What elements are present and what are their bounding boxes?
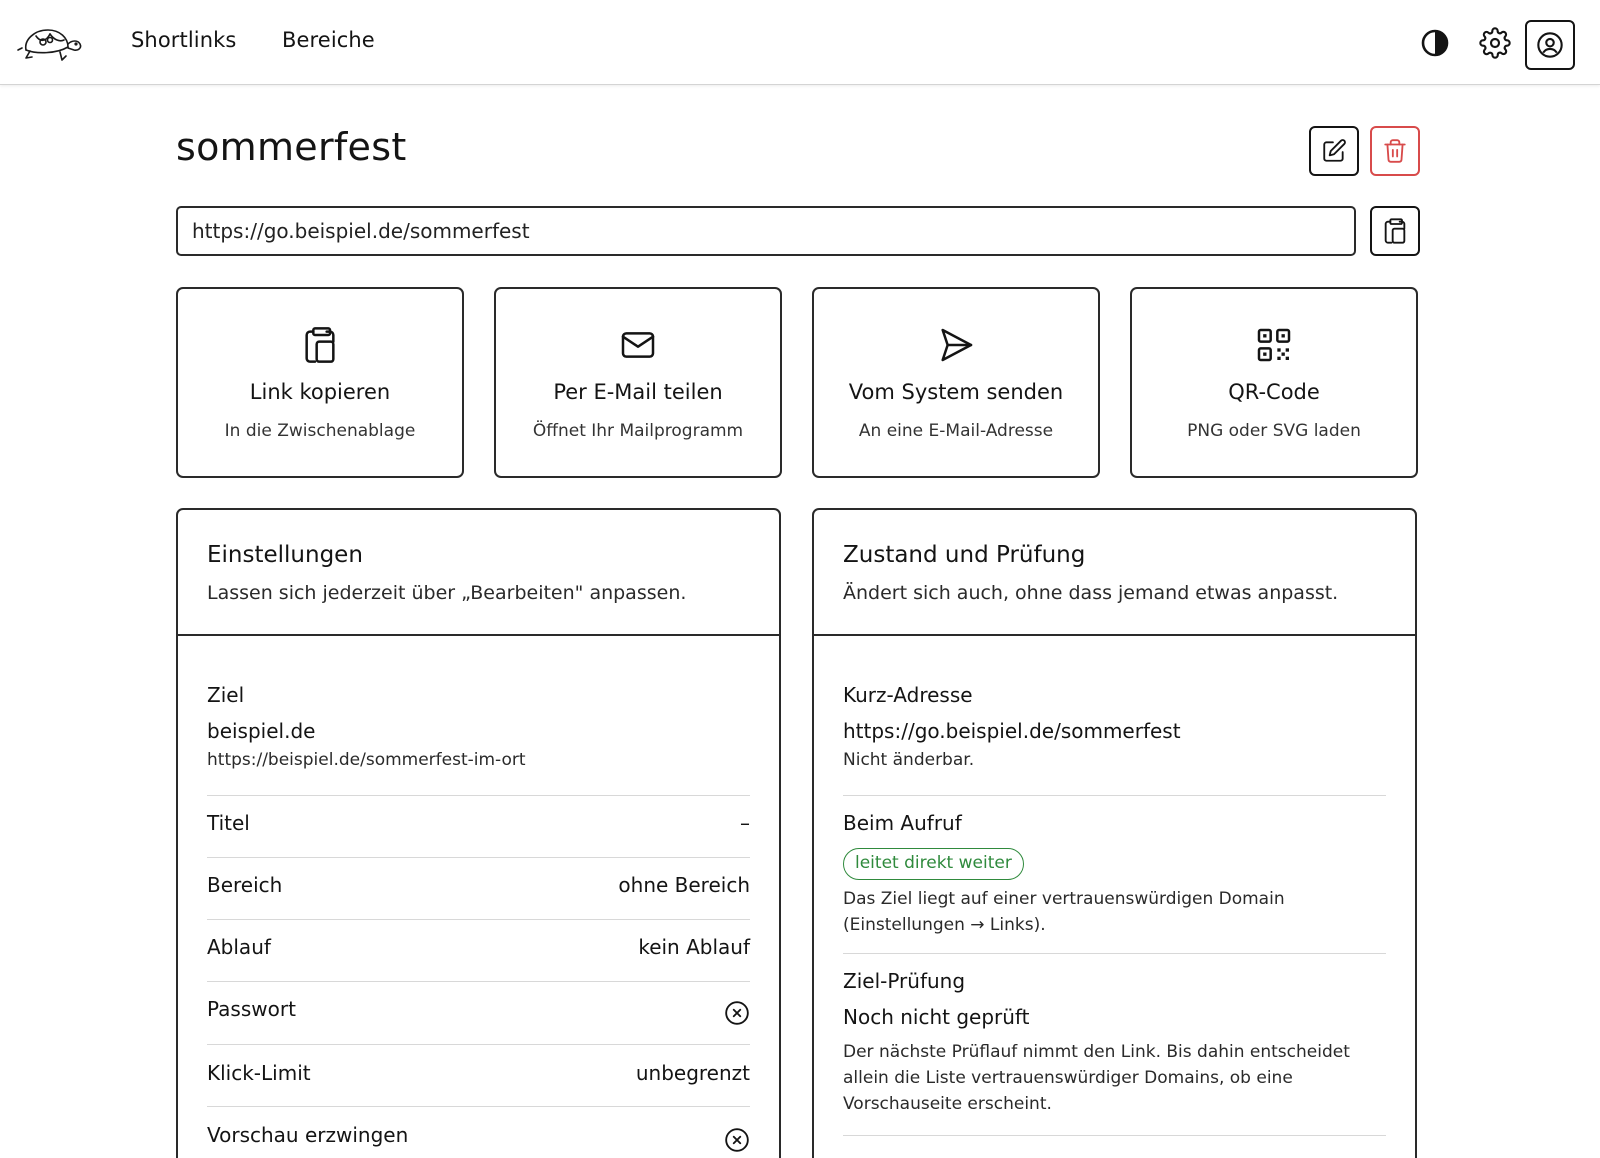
system-send-card[interactable]: Vom System senden An eine E-Mail-Adresse — [812, 287, 1100, 478]
settings-panel: Einstellungen Lassen sich jederzeit über… — [176, 508, 781, 1158]
card-subtitle: Öffnet Ihr Mailprogramm — [532, 421, 744, 441]
divider — [207, 981, 750, 982]
nav-bereiche-link[interactable]: Bereiche — [282, 28, 375, 52]
divider — [843, 795, 1386, 796]
card-title: Per E-Mail teilen — [553, 380, 723, 404]
settings-panel-header: Einstellungen Lassen sich jederzeit über… — [178, 510, 779, 636]
user-circle-icon — [1537, 32, 1563, 58]
divider — [207, 857, 750, 858]
short-address-label: Kurz-Adresse — [843, 683, 973, 707]
card-title: Link kopieren — [249, 380, 391, 404]
card-subtitle: PNG oder SVG laden — [1187, 421, 1361, 441]
copy-link-card[interactable]: Link kopieren In die Zwischenablage — [176, 287, 464, 478]
target-check-value: Noch nicht geprüft — [843, 1005, 1030, 1029]
x-circle-icon — [725, 1001, 749, 1025]
title-value: – — [740, 811, 750, 835]
nav-shortlinks-link[interactable]: Shortlinks — [131, 28, 236, 52]
card-subtitle: An eine E-Mail-Adresse — [858, 421, 1054, 441]
divider — [207, 1106, 750, 1107]
on-call-note-line-2: (Einstellungen → Links). — [843, 915, 1046, 935]
short-address-note: Nicht änderbar. — [843, 750, 975, 770]
clipboard-copy-icon — [1384, 218, 1406, 244]
turtle-logo-icon[interactable] — [16, 20, 86, 68]
edit-button[interactable] — [1309, 126, 1359, 176]
settings-description: Lassen sich jederzeit über „Bearbeiten" … — [207, 582, 687, 604]
copy-url-button[interactable] — [1370, 206, 1420, 256]
short-address-value: https://go.beispiel.de/sommerfest — [843, 719, 1181, 743]
target-label: Ziel — [207, 683, 245, 707]
target-url[interactable]: https://beispiel.de/sommerfest-im-ort — [207, 747, 526, 773]
area-label: Bereich — [207, 873, 283, 897]
contrast-theme-icon[interactable] — [1419, 27, 1451, 59]
click-limit-value: unbegrenzt — [635, 1061, 750, 1085]
send-icon — [941, 328, 973, 362]
divider — [207, 795, 750, 796]
divider — [207, 919, 750, 920]
target-domain: beispiel.de — [207, 719, 316, 743]
on-call-note-line-1: Das Ziel liegt auf einer vertrauenswürdi… — [843, 889, 1285, 909]
share-email-card[interactable]: Per E-Mail teilen Öffnet Ihr Mailprogram… — [494, 287, 782, 478]
force-preview-label: Vorschau erzwingen — [207, 1123, 409, 1147]
x-circle-icon — [725, 1128, 749, 1152]
account-menu-button[interactable] — [1525, 20, 1575, 70]
status-title: Zustand und Prüfung — [843, 542, 1086, 568]
on-call-label: Beim Aufruf — [843, 811, 962, 835]
password-label: Passwort — [207, 997, 296, 1021]
divider — [207, 1044, 750, 1045]
target-check-label: Ziel-Prüfung — [843, 969, 966, 993]
click-limit-label: Klick-Limit — [207, 1061, 311, 1085]
status-panel: Zustand und Prüfung Ändert sich auch, oh… — [812, 508, 1417, 1158]
divider — [843, 1135, 1386, 1136]
page-title: sommerfest — [176, 125, 407, 169]
qr-code-icon — [1257, 328, 1291, 362]
status-panel-header: Zustand und Prüfung Ändert sich auch, oh… — [814, 510, 1415, 636]
pencil-edit-icon — [1323, 139, 1346, 162]
settings-title: Einstellungen — [207, 542, 363, 568]
mail-icon — [621, 332, 655, 358]
trash-delete-icon — [1384, 139, 1406, 163]
card-title: Vom System senden — [848, 380, 1064, 404]
card-subtitle: In die Zwischenablage — [224, 421, 416, 441]
settings-gear-icon[interactable] — [1479, 27, 1511, 59]
delete-button[interactable] — [1370, 126, 1420, 176]
redirect-status-badge: leitet direkt weiter — [843, 848, 1024, 880]
expiry-label: Ablauf — [207, 935, 271, 959]
expiry-value: kein Ablauf — [638, 935, 750, 959]
short-url-field[interactable] — [176, 206, 1356, 256]
clipboard-icon — [305, 327, 335, 363]
target-check-note-line-1: Der nächste Prüflauf nimmt den Link. Bis… — [843, 1042, 1350, 1062]
area-value: ohne Bereich — [618, 873, 750, 897]
top-navigation-bar: Shortlinks Bereiche — [0, 0, 1600, 85]
title-label: Titel — [207, 811, 250, 835]
divider — [843, 953, 1386, 954]
target-check-note-line-2: allein die Liste vertrauenswürdiger Doma… — [843, 1068, 1293, 1088]
status-description: Ändert sich auch, ohne dass jemand etwas… — [843, 582, 1339, 604]
qr-code-card[interactable]: QR-Code PNG oder SVG laden — [1130, 287, 1418, 478]
target-check-note-line-3: Vorschauseite erscheint. — [843, 1094, 1052, 1114]
card-title: QR-Code — [1228, 380, 1320, 404]
